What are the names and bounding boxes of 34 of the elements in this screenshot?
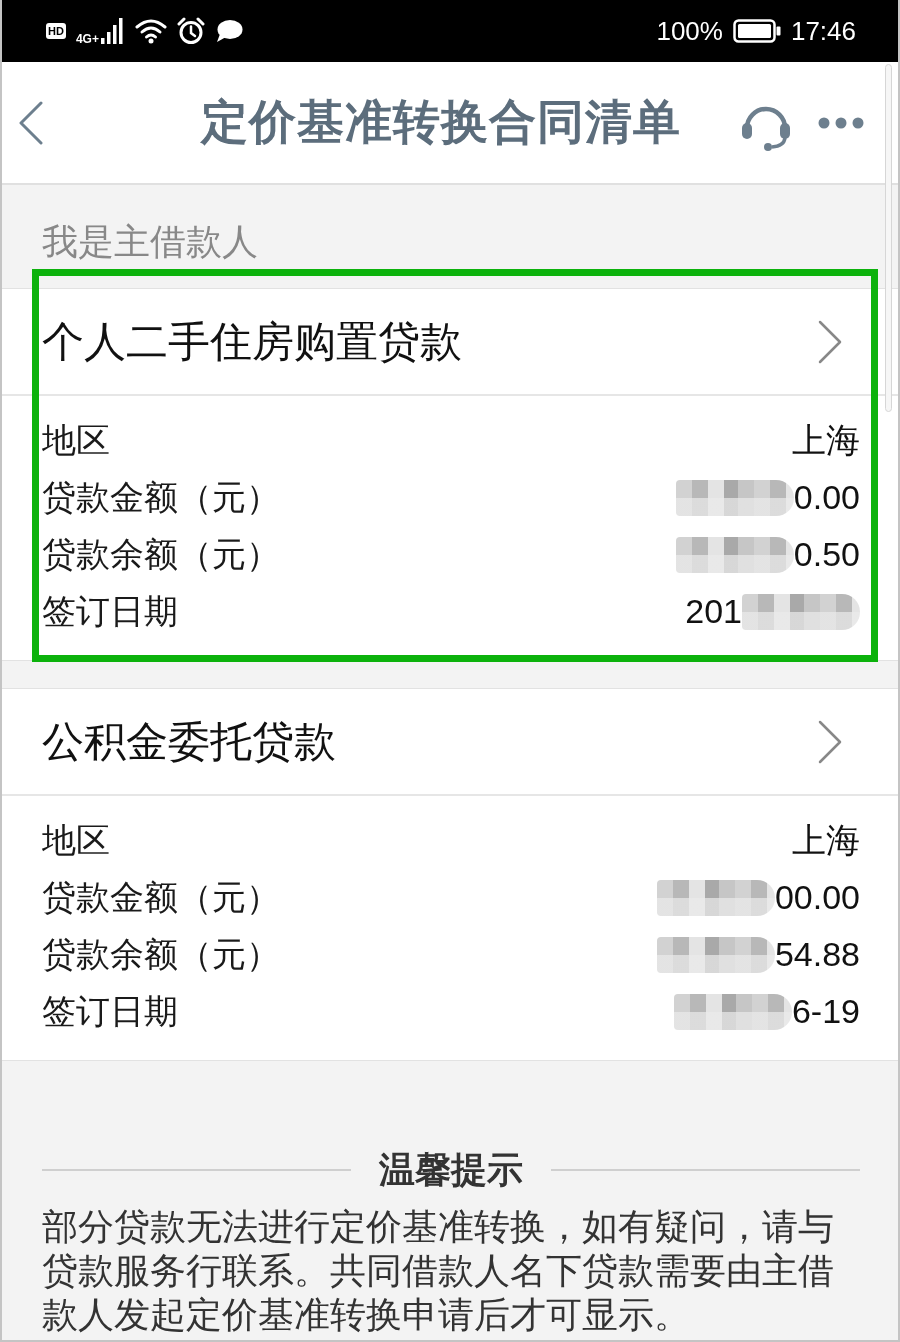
notice-text: 部分贷款无法进行定价基准转换，如有疑问，请与贷款服务行联系。共同借款人名下贷款需要由主借款人发起定价基准转换申请后才可显示。 [42,1206,835,1337]
detail-label: 贷款余额（元） [42,533,280,575]
detail-label: 签订日期 [42,590,178,632]
detail-value: 0.50 [793,535,860,574]
more-icon[interactable] [818,116,864,129]
detail-value: 54.88 [774,935,860,974]
network-type: 4G+ [75,32,99,46]
page-title: 定价基准转换合同清单 [201,94,681,150]
wifi-icon [134,18,167,44]
detail-value: 上海 [792,819,860,861]
detail-value: 上海 [792,419,860,461]
battery-icon [732,19,781,43]
clock-time: 17:46 [790,15,856,47]
chevron-right-icon [817,718,843,765]
battery-percent: 100% [656,15,723,47]
detail-value: 201 [685,592,742,631]
detail-label: 签订日期 [42,990,178,1032]
back-icon[interactable] [18,100,44,145]
loan-list-item[interactable]: 公积金委托贷款 [2,689,898,796]
detail-value: 6-19 [791,992,860,1031]
hd-badge: HD [46,23,66,39]
signal-icon [100,18,123,44]
detail-value: 0.00 [793,478,860,517]
detail-label: 贷款金额（元） [42,876,280,918]
detail-value: 00.00 [774,878,860,917]
notice-title: 温馨提示 [379,1147,523,1192]
detail-label: 贷款金额（元） [42,476,280,518]
chevron-right-icon [817,318,843,365]
chat-bubble-icon [214,19,243,43]
section-label: 我是主借款人 [41,220,259,264]
detail-label: 贷款余额（元） [42,933,280,975]
alarm-clock-icon [176,17,205,45]
detail-label: 地区 [42,819,110,861]
detail-label: 地区 [42,419,110,461]
